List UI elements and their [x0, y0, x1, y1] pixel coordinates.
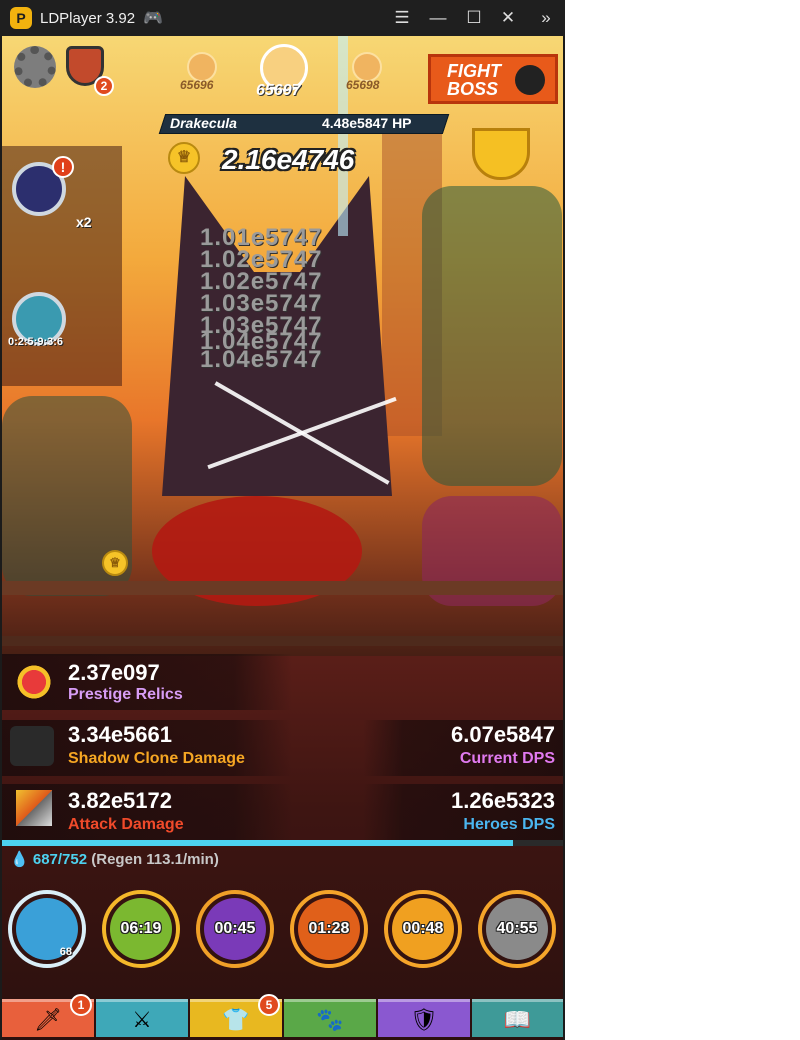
shadow-clone-label: Shadow Clone Damage	[68, 750, 245, 767]
skill-timer: 00:45	[214, 920, 256, 937]
shadow-clone-value: 3.34e5661	[68, 722, 172, 747]
current-dps-value: 6.07e5847	[451, 722, 555, 747]
gold-drop-icon[interactable]: ♕	[102, 550, 128, 576]
mana-drop-icon: 💧	[10, 851, 29, 868]
battle-scene[interactable]: 2 65696 65697 65698 FIGHT BOSS Drakecula…	[2, 36, 563, 676]
damage-number: 1.04e5747	[200, 346, 323, 373]
expand-icon[interactable]: »	[534, 6, 558, 30]
helmet-icon: ⚔	[132, 1006, 152, 1032]
skill-timer: 01:28	[308, 920, 350, 937]
skill-war-cry[interactable]: 00:48	[384, 890, 462, 968]
ldplayer-window: P LDPlayer 3.92 🎮 ☰ — ☐ ✕ » 2 65696 6569…	[0, 0, 565, 1040]
mana-readout: 💧 687/752 (Regen 113.1/min)	[10, 850, 219, 868]
game-screen[interactable]: 2 65696 65697 65698 FIGHT BOSS Drakecula…	[2, 36, 563, 1040]
window-title: LDPlayer 3.92	[40, 9, 136, 27]
chest-timer: 0:2:5:9:3:6	[8, 336, 64, 348]
prestige-relics-row: 2.37e097 Prestige Relics	[2, 654, 292, 710]
boss-hp: 4.48e5847 HP	[322, 115, 412, 131]
devil-icon	[515, 65, 545, 95]
skill-timer: 00:48	[402, 920, 444, 937]
close-icon[interactable]: ✕	[496, 6, 520, 30]
heroes-group-right	[422, 186, 562, 486]
stage-current: 65697	[256, 82, 301, 99]
shirt-icon: 👕	[222, 1006, 250, 1032]
tab-clan[interactable]: 🛡	[378, 999, 470, 1037]
ldplayer-logo-icon: P	[10, 7, 32, 29]
attack-damage-value: 3.82e5172	[68, 788, 172, 813]
current-dps-row: 6.07e5847 Current DPS	[363, 720, 563, 776]
alert-badge: !	[52, 156, 74, 178]
wooden-bridge	[2, 636, 563, 646]
pet-icon: 🐾	[316, 1006, 344, 1032]
wooden-bridge	[2, 581, 563, 595]
stage-next: 65698	[346, 78, 380, 92]
stats-panel	[2, 656, 563, 1040]
current-dps-label: Current DPS	[459, 750, 555, 767]
mana-current: 687/752	[32, 851, 88, 868]
clan-icon: 🛡	[410, 1006, 438, 1032]
title-bar: P LDPlayer 3.92 🎮 ☰ — ☐ ✕ »	[0, 0, 565, 36]
gamepad-icon[interactable]: 🎮	[143, 8, 163, 28]
mana-bar	[2, 840, 563, 846]
menu-icon[interactable]: ☰	[390, 6, 414, 30]
skill-timer: 06:19	[120, 920, 162, 937]
relic-heart-icon	[12, 662, 56, 702]
heroes-dps-label: Heroes DPS	[463, 816, 555, 833]
attack-damage-row: 3.82e5172 Attack Damage	[2, 784, 292, 840]
tab-badge: 5	[258, 994, 280, 1016]
shadow-clone-row: 3.34e5661 Shadow Clone Damage	[2, 720, 292, 776]
sword-icon: 🗡	[34, 1006, 62, 1032]
maximize-icon[interactable]: ☐	[462, 6, 486, 30]
tab-artifacts[interactable]: 📖	[472, 999, 563, 1037]
tab-badge: 1	[70, 994, 92, 1016]
skill-heavenly-strike[interactable]: 68	[8, 890, 86, 968]
tab-pets[interactable]: 🐾	[284, 999, 376, 1037]
shield-badge: 2	[94, 76, 114, 96]
shadow-clone-icon	[10, 726, 54, 766]
gold-amount: 2.16e4746	[222, 144, 355, 175]
boss-name: Drakecula	[170, 115, 237, 131]
heroes-dps-row: 1.26e5323 Heroes DPS	[363, 784, 563, 840]
skill-level: 68	[59, 946, 72, 958]
skill-shadow-clone[interactable]: 40:55	[478, 890, 556, 968]
heroes-dps-value: 1.26e5323	[451, 788, 555, 813]
prestige-relics-value: 2.37e097	[68, 660, 160, 685]
fight-boss-button[interactable]: FIGHT BOSS	[428, 54, 558, 104]
skill-deadly-strike[interactable]: 06:19	[102, 890, 180, 968]
multiplier-text: x2	[76, 214, 92, 230]
prestige-relics-label: Prestige Relics	[68, 686, 183, 703]
trophy-icon[interactable]	[472, 128, 530, 180]
minimize-icon[interactable]: —	[426, 6, 450, 30]
mana-bar-fill	[2, 840, 513, 846]
skill-hand-of-midas[interactable]: 00:45	[196, 890, 274, 968]
book-icon: 📖	[503, 1006, 532, 1032]
stage-prev: 65696	[180, 78, 214, 92]
attack-damage-label: Attack Damage	[68, 816, 184, 833]
skill-fire-sword[interactable]: 01:28	[290, 890, 368, 968]
skill-timer: 40:55	[496, 920, 538, 937]
attack-damage-icon	[16, 790, 52, 826]
mana-regen: (Regen 113.1/min)	[91, 851, 219, 868]
gold-coin-icon: ♕	[168, 142, 200, 174]
lightning-beam	[338, 36, 348, 236]
tab-heroes[interactable]: ⚔	[96, 999, 188, 1037]
settings-gear-icon[interactable]	[14, 46, 56, 88]
